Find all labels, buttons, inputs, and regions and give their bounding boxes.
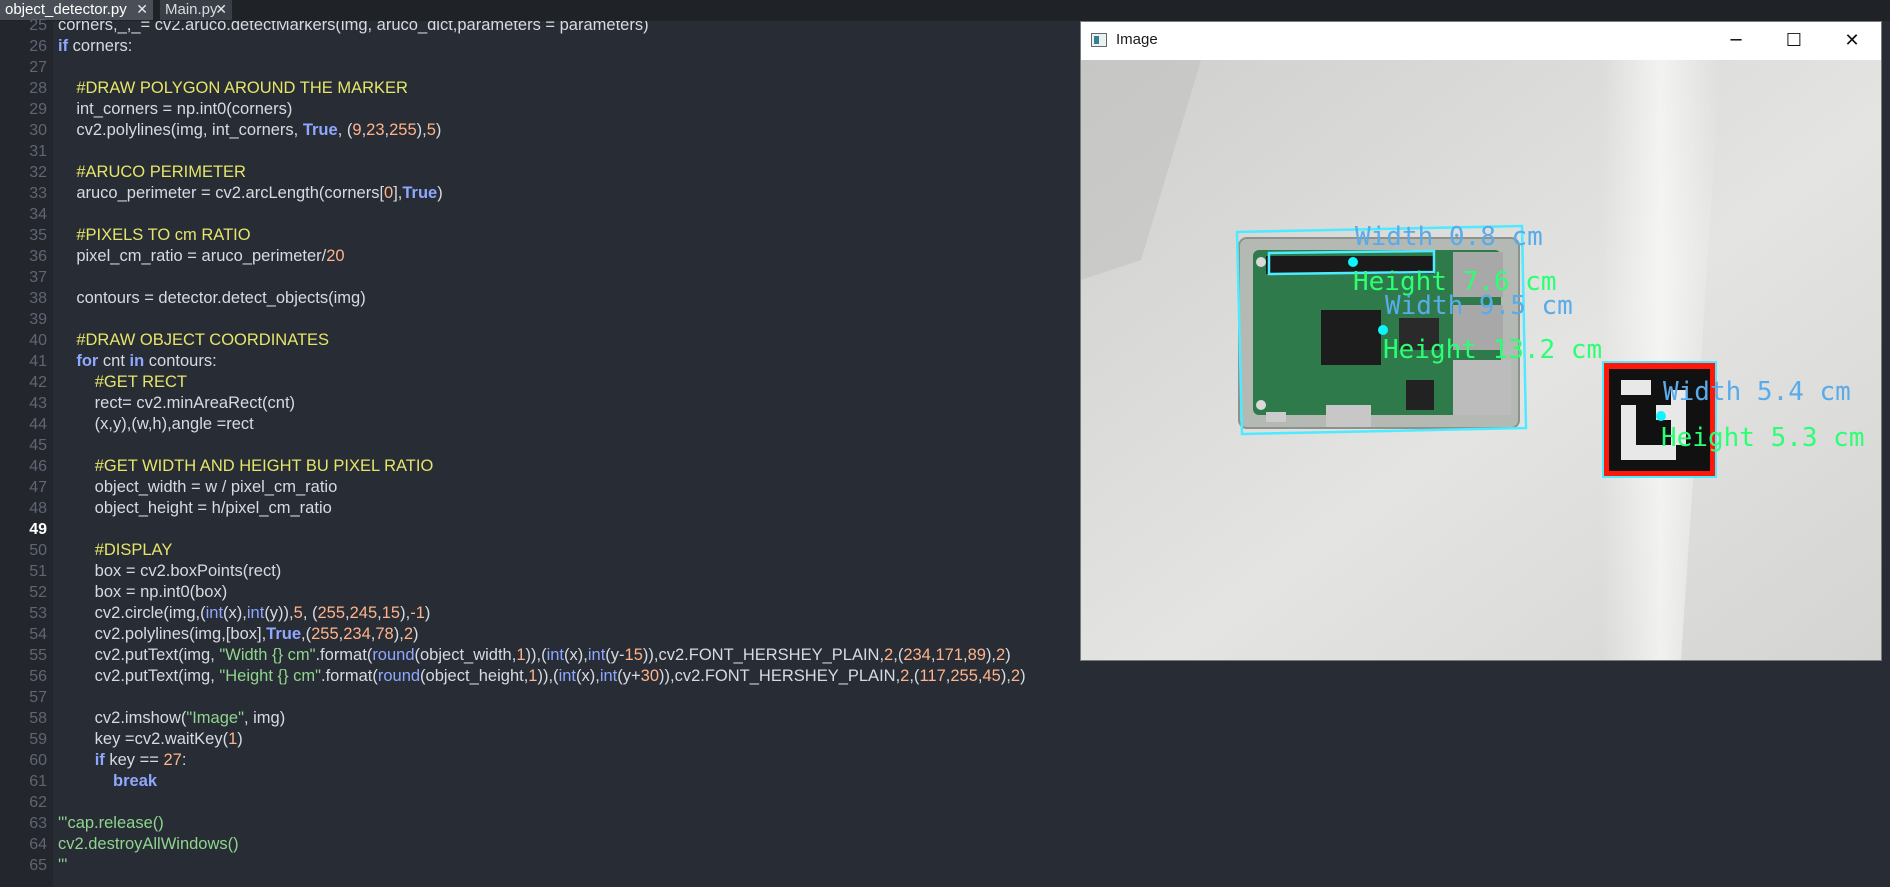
- line-number: 29: [29, 101, 47, 118]
- center-dot-1: [1348, 257, 1358, 267]
- code-line[interactable]: break: [58, 771, 157, 792]
- code-line[interactable]: #DRAW OBJECT COORDINATES: [58, 330, 329, 351]
- line-number: 62: [29, 794, 47, 811]
- line-number: 53: [29, 605, 47, 622]
- window-titlebar[interactable]: Image ─ ☐ ✕: [1081, 22, 1881, 59]
- line-number: 26: [29, 38, 47, 55]
- camera-frame-drawing: Width 0.8 cm Height 7.6 cm Width 9.5 cm …: [1081, 60, 1881, 660]
- tab-main[interactable]: Main.py ✕: [160, 0, 233, 20]
- code-line[interactable]: object_height = h/pixel_cm_ratio: [58, 498, 332, 519]
- line-number: 59: [29, 731, 47, 748]
- close-icon[interactable]: ✕: [136, 0, 148, 19]
- line-number-gutter: 25 26 27 28 29 30 31 32 33 34 35 36 37 38 39 40 41 42 43 44…: [8, 17, 53, 887]
- center-dot-2: [1378, 325, 1388, 335]
- code-line[interactable]: contours = detector.detect_objects(img): [58, 288, 365, 309]
- width-label-3: Width 5.4 cm: [1663, 377, 1851, 407]
- code-line[interactable]: #PIXELS TO cm RATIO: [58, 225, 250, 246]
- line-number: 38: [29, 290, 47, 307]
- line-number: 28: [29, 80, 47, 97]
- tab-label: Main.py: [165, 1, 218, 18]
- code-line[interactable]: aruco_perimeter = cv2.arcLength(corners[…: [58, 183, 442, 204]
- code-line[interactable]: #ARUCO PERIMETER: [58, 162, 246, 183]
- code-line[interactable]: if corners:: [58, 36, 132, 57]
- code-line[interactable]: int_corners = np.int0(corners): [58, 99, 292, 120]
- line-number: 47: [29, 479, 47, 496]
- line-number: 64: [29, 836, 47, 853]
- code-line[interactable]: (x,y),(w,h),angle =rect: [58, 414, 254, 435]
- line-number: 44: [29, 416, 47, 433]
- line-number: 48: [29, 500, 47, 517]
- minimize-button[interactable]: ─: [1707, 22, 1765, 59]
- maximize-button[interactable]: ☐: [1765, 22, 1823, 59]
- close-icon[interactable]: ✕: [215, 0, 227, 19]
- tab-bar: object_detector.py ✕ Main.py ✕: [0, 0, 1890, 21]
- code-line[interactable]: cv2.putText(img, "Height {} cm".format(r…: [58, 666, 1026, 687]
- height-label-3: Height 5.3 cm: [1661, 423, 1865, 453]
- line-number: 49: [29, 521, 47, 538]
- line-number: 33: [29, 185, 47, 202]
- line-number: 51: [29, 563, 47, 580]
- code-line[interactable]: cv2.imshow("Image", img): [58, 708, 286, 729]
- line-number: 40: [29, 332, 47, 349]
- code-line[interactable]: ''': [58, 855, 67, 876]
- code-line[interactable]: box = cv2.boxPoints(rect): [58, 561, 282, 582]
- line-number: 60: [29, 752, 47, 769]
- window-title: Image: [1116, 31, 1158, 48]
- line-number: 56: [29, 668, 47, 685]
- line-number: 52: [29, 584, 47, 601]
- line-number: 57: [29, 689, 47, 706]
- code-line[interactable]: pixel_cm_ratio = aruco_perimeter/20: [58, 246, 344, 267]
- code-line[interactable]: #GET RECT: [58, 372, 187, 393]
- code-line[interactable]: cv2.putText(img, "Width {} cm".format(ro…: [58, 645, 1011, 666]
- line-number: 61: [29, 773, 47, 790]
- line-number: 37: [29, 269, 47, 286]
- line-number: 25: [29, 17, 47, 34]
- camera-image: Width 0.8 cm Height 7.6 cm Width 9.5 cm …: [1081, 60, 1881, 660]
- line-number: 46: [29, 458, 47, 475]
- image-window[interactable]: Image ─ ☐ ✕ Width 0.8 cm Height 7.6 cm W…: [1081, 22, 1881, 660]
- line-number: 58: [29, 710, 47, 727]
- code-line[interactable]: #GET WIDTH AND HEIGHT BU PIXEL RATIO: [58, 456, 434, 477]
- code-line[interactable]: object_width = w / pixel_cm_ratio: [58, 477, 338, 498]
- window-app-icon: [1091, 33, 1107, 47]
- center-dot-3: [1656, 411, 1666, 421]
- code-line[interactable]: if key == 27:: [58, 750, 187, 771]
- code-line[interactable]: rect= cv2.minAreaRect(cnt): [58, 393, 295, 414]
- line-number: 36: [29, 248, 47, 265]
- line-number: 30: [29, 122, 47, 139]
- code-line[interactable]: '''cap.release(): [58, 813, 164, 834]
- code-line[interactable]: box = np.int0(box): [58, 582, 228, 603]
- width-label-1: Width 0.8 cm: [1355, 222, 1543, 252]
- line-number: 35: [29, 227, 47, 244]
- line-number: 39: [29, 311, 47, 328]
- line-number: 41: [29, 353, 47, 370]
- code-line[interactable]: cv2.polylines(img, int_corners, True, (9…: [58, 120, 441, 141]
- close-window-button[interactable]: ✕: [1823, 22, 1881, 59]
- code-line[interactable]: cv2.polylines(img,[box],True,(255,234,78…: [58, 624, 419, 645]
- code-line[interactable]: #DISPLAY: [58, 540, 173, 561]
- height-label-2: Height 13.2 cm: [1383, 335, 1602, 365]
- line-number: 32: [29, 164, 47, 181]
- line-number: 65: [29, 857, 47, 874]
- line-number: 55: [29, 647, 47, 664]
- line-number: 63: [29, 815, 47, 832]
- code-line[interactable]: key =cv2.waitKey(1): [58, 729, 243, 750]
- line-number: 43: [29, 395, 47, 412]
- code-line[interactable]: corners,_,_= cv2.aruco.detectMarkers(img…: [58, 21, 649, 36]
- code-line[interactable]: #DRAW POLYGON AROUND THE MARKER: [58, 78, 408, 99]
- line-number: 42: [29, 374, 47, 391]
- line-number: 31: [29, 143, 47, 160]
- code-line[interactable]: for cnt in contours:: [58, 351, 216, 372]
- code-line[interactable]: cv2.circle(img,(int(x),int(y)),5, (255,2…: [58, 603, 431, 624]
- line-number: 50: [29, 542, 47, 559]
- line-number: 27: [29, 59, 47, 76]
- line-number: 34: [29, 206, 47, 223]
- code-line[interactable]: cv2.destroyAllWindows(): [58, 834, 239, 855]
- line-number: 54: [29, 626, 47, 643]
- line-number: 45: [29, 437, 47, 454]
- width-label-2: Width 9.5 cm: [1385, 291, 1573, 321]
